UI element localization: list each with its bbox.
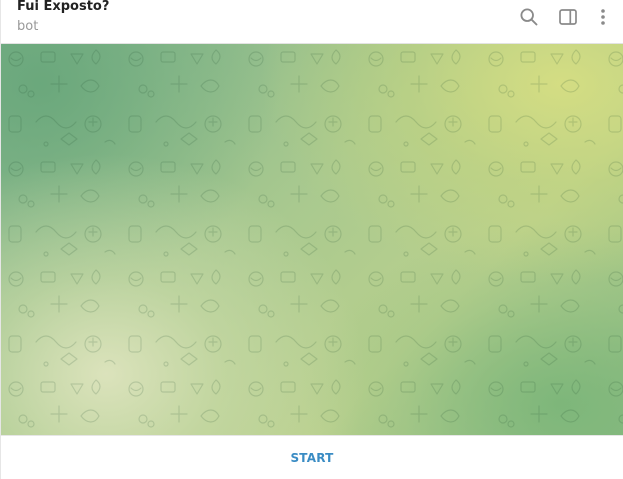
chat-title[interactable]: Fui Exposto? bbox=[17, 0, 109, 14]
chat-header: Fui Exposto? bot bbox=[1, 0, 623, 44]
search-icon bbox=[519, 7, 539, 27]
more-vertical-icon bbox=[593, 7, 613, 27]
wallpaper-pattern bbox=[1, 44, 623, 435]
sidebar-toggle-button[interactable] bbox=[555, 4, 581, 30]
chat-wallpaper[interactable] bbox=[1, 44, 623, 435]
bottom-bar: START bbox=[1, 435, 623, 479]
chat-subtitle: bot bbox=[17, 19, 39, 34]
sidebar-toggle-icon bbox=[558, 7, 578, 27]
more-button[interactable] bbox=[590, 4, 616, 30]
chat-window: Fui Exposto? bot START bbox=[0, 0, 623, 479]
start-button[interactable]: START bbox=[270, 445, 353, 471]
search-button[interactable] bbox=[516, 4, 542, 30]
